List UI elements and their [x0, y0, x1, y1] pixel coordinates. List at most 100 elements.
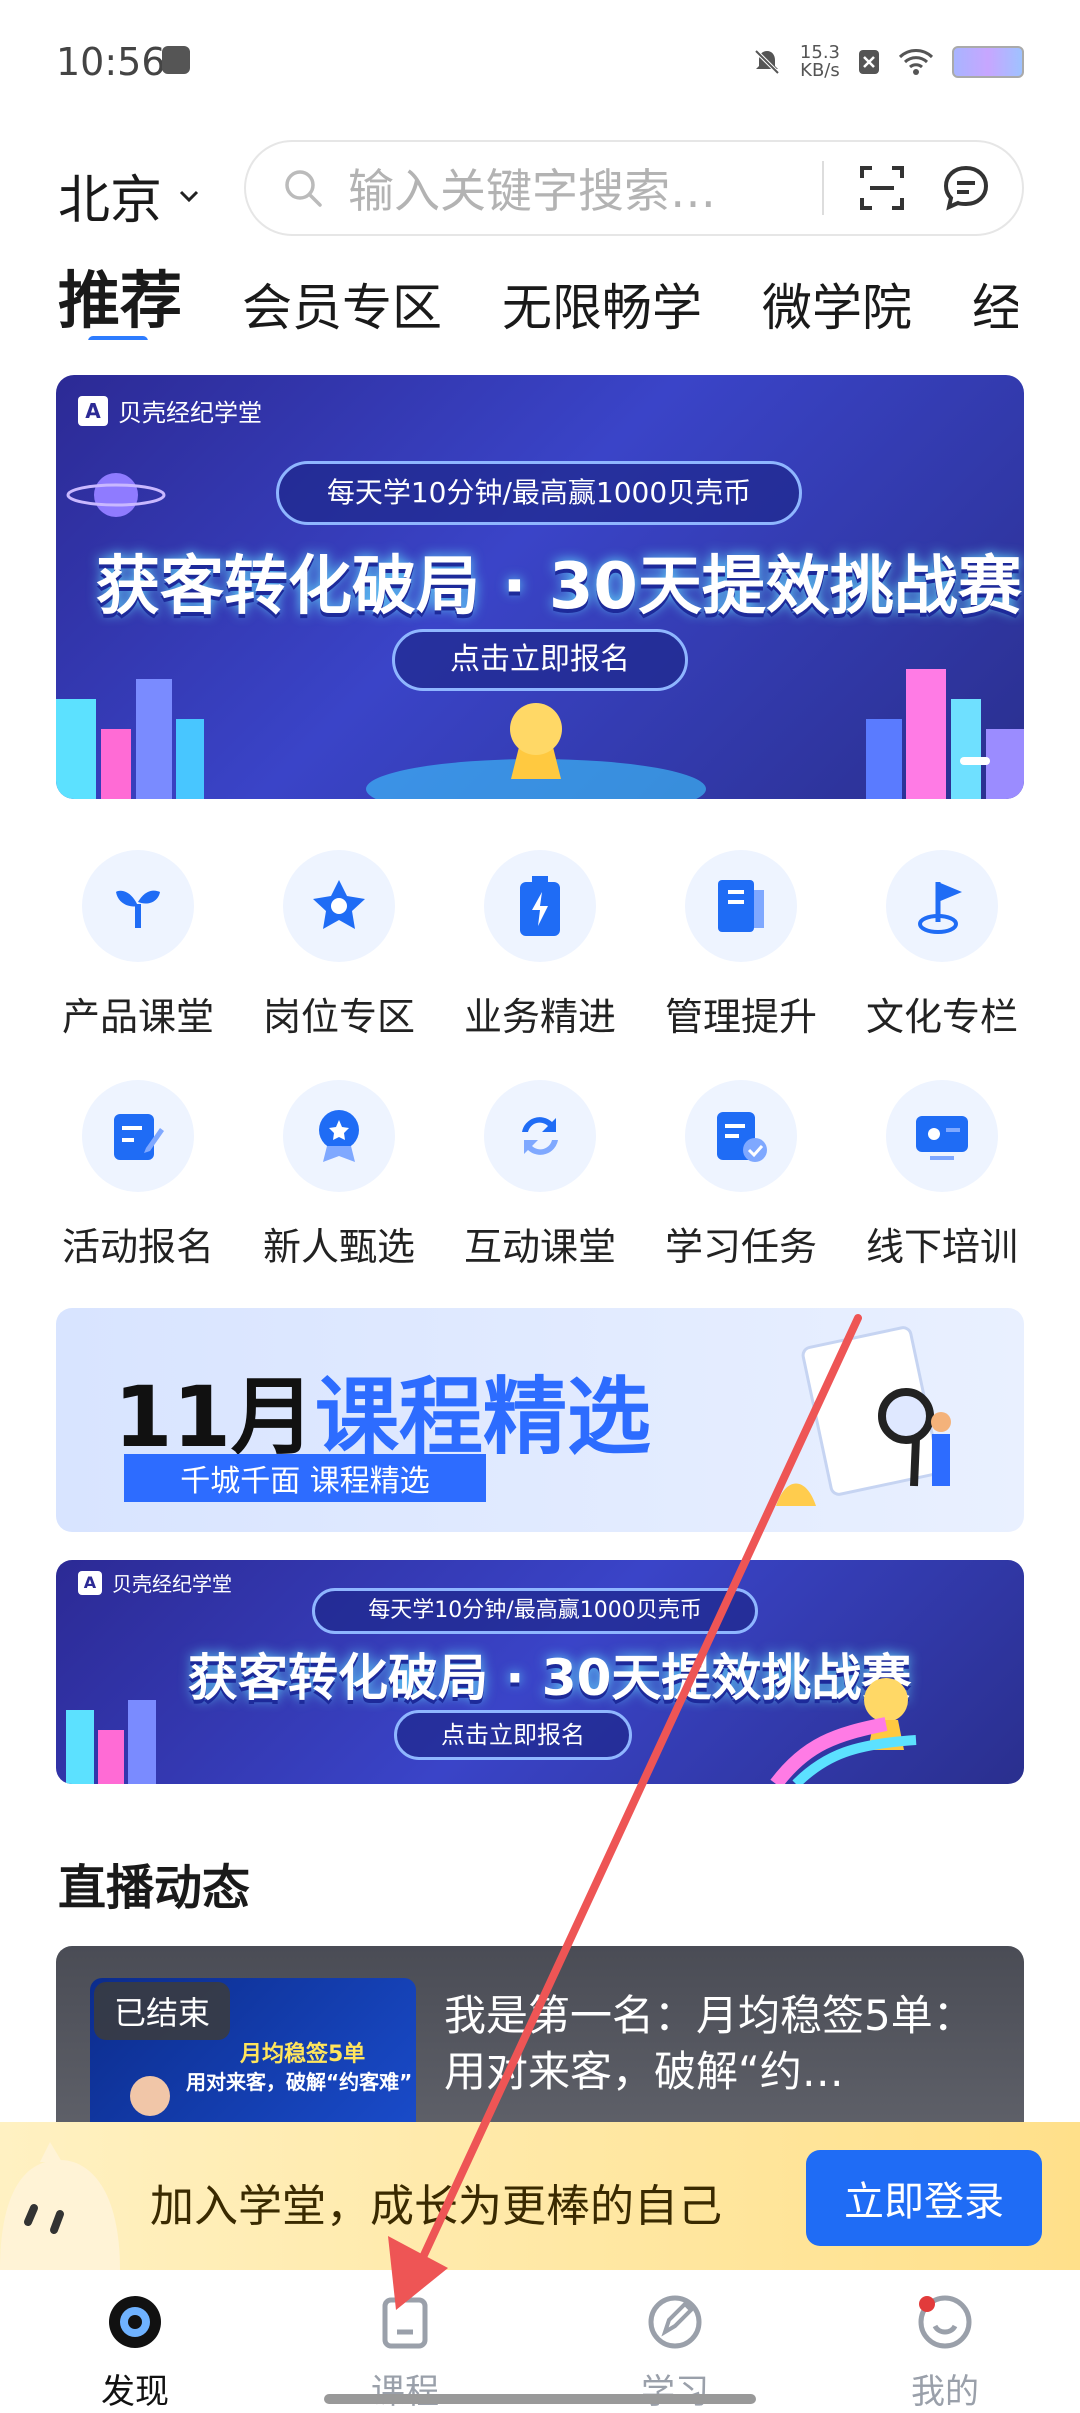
tab-unlimited-learning[interactable]: 无限畅学	[502, 268, 702, 340]
search-divider	[822, 161, 824, 215]
bottom-navigation: 发现 课程 学习 我的	[0, 2270, 1080, 2412]
nav-mine[interactable]: 我的	[810, 2270, 1080, 2412]
grid-label: 岗位专区	[262, 995, 415, 1039]
screen-icon	[886, 1080, 998, 1192]
battery-icon	[484, 850, 596, 962]
tab-label: 推荐	[58, 264, 183, 337]
course-icon	[382, 2297, 428, 2349]
task-icon	[685, 1080, 797, 1192]
promo-subtitle: 千城千面 课程精选	[124, 1454, 486, 1502]
scan-icon	[860, 166, 904, 210]
book-icon	[685, 850, 797, 962]
wifi-icon	[898, 49, 934, 75]
mascot-icon	[0, 2142, 120, 2270]
nav-label: 学习	[641, 2372, 709, 2412]
banner-title: 获客转化破局 · 30天提效挑战赛	[96, 550, 1022, 624]
sim-icon	[859, 50, 879, 74]
live-status-badge: 已结束	[94, 1982, 231, 2040]
nav-label: 发现	[101, 2372, 169, 2412]
grid-label: 文化专栏	[865, 995, 1018, 1039]
grid-label: 管理提升	[664, 995, 817, 1039]
search-bar[interactable]: 输入关键字搜索…	[244, 140, 1024, 236]
grid-item-business-advance[interactable]: 业务精进	[458, 850, 622, 1041]
status-icons: 15.3 KB/s	[752, 40, 1024, 84]
grid-label: 活动报名	[61, 1225, 214, 1269]
brand-label: A 贝壳经纪学堂	[78, 393, 262, 428]
document-magnifier-illustration	[776, 1326, 951, 1506]
search-icon	[285, 170, 322, 207]
brand-text: 贝壳经纪学堂	[118, 399, 262, 427]
network-speed: 15.3 KB/s	[800, 44, 840, 80]
grid-item-interactive-class[interactable]: 互动课堂	[458, 1080, 622, 1271]
grid-item-culture[interactable]: 文化专栏	[860, 850, 1024, 1041]
tab-micro-academy[interactable]: 微学院	[762, 268, 912, 340]
tab-more-partial[interactable]: 经	[972, 268, 1018, 340]
login-button[interactable]: 立即登录	[806, 2150, 1042, 2246]
brand-logo-icon: A	[78, 395, 108, 426]
promo-title-month: 11月	[114, 1368, 315, 1466]
nav-label: 我的	[911, 2372, 979, 2412]
message-notification-icon	[162, 46, 190, 74]
grid-label: 学习任务	[664, 1225, 817, 1269]
flag-icon	[886, 850, 998, 962]
promo-title: 11月课程精选	[114, 1350, 651, 1471]
status-bar: 10:56 15.3 KB/s	[0, 0, 1080, 130]
promo-title-highlight: 课程精选	[314, 1368, 651, 1466]
challenge-banner[interactable]: A 贝壳经纪学堂 每天学10分钟/最高赢1000贝壳币 获客转化破局 · 30天…	[56, 1560, 1024, 1784]
planet-decoration	[56, 455, 176, 539]
grid-label: 产品课堂	[61, 995, 214, 1039]
grid-item-product-class[interactable]: 产品课堂	[56, 850, 220, 1041]
live-title: 我是第一名：月均稳签5单：用对来客，破解“约…	[444, 1991, 975, 2096]
sprout-icon	[82, 850, 194, 962]
city-selector[interactable]: 北京	[58, 158, 202, 233]
banner-pill-top: 每天学10分钟/最高赢1000贝壳币	[276, 461, 802, 525]
home-indicator	[324, 2394, 756, 2404]
grid-item-learning-task[interactable]: 学习任务	[659, 1080, 823, 1271]
mute-icon	[754, 49, 780, 75]
course-promo-banner[interactable]: 11月课程精选 千城千面 课程精选	[56, 1308, 1024, 1532]
brand-logo-icon: A	[78, 1570, 102, 1595]
grid-item-post-zone[interactable]: 岗位专区	[257, 850, 421, 1041]
nav-label: 课程	[371, 2372, 439, 2412]
nav-discover[interactable]: 发现	[0, 2270, 270, 2412]
grid-item-event-signup[interactable]: 活动报名	[56, 1080, 220, 1271]
thumb-line1: 月均稳签5单	[240, 2042, 366, 2067]
banner-pill-top: 每天学10分钟/最高赢1000贝壳币	[312, 1588, 758, 1634]
grid-label: 业务精进	[463, 995, 616, 1039]
study-icon	[648, 2295, 702, 2349]
profile-icon	[918, 2295, 972, 2349]
exchange-icon	[484, 1080, 596, 1192]
cityscape-illustration	[56, 669, 1024, 799]
login-prompt-bar: 加入学堂，成长为更棒的自己 立即登录	[0, 2122, 1080, 2270]
status-time: 10:56	[56, 40, 166, 84]
nav-study[interactable]: 学习	[540, 2270, 810, 2412]
edit-icon	[82, 1080, 194, 1192]
speed-unit: KB/s	[800, 60, 840, 81]
star-icon	[283, 850, 395, 962]
live-section-title: 直播动态	[58, 1860, 251, 1916]
scan-button[interactable]	[854, 160, 910, 216]
grid-item-offline-training[interactable]: 线下培训	[860, 1080, 1024, 1271]
login-prompt-text: 加入学堂，成长为更棒的自己	[150, 2181, 722, 2232]
chevron-down-icon	[179, 190, 199, 202]
category-tabs: 推荐 会员专区 无限畅学 微学院 经	[58, 250, 1018, 340]
cityscape-illustration	[66, 1678, 917, 1784]
grid-item-newcomer[interactable]: 新人甄选	[257, 1080, 421, 1271]
grid-label: 互动课堂	[463, 1225, 616, 1269]
active-tab-indicator	[88, 336, 148, 340]
discover-icon	[109, 2296, 161, 2348]
nav-courses[interactable]: 课程	[270, 2270, 540, 2412]
tab-recommend[interactable]: 推荐	[58, 250, 182, 340]
tab-member-zone[interactable]: 会员专区	[242, 268, 442, 340]
hero-banner[interactable]: A 贝壳经纪学堂 每天学10分钟/最高赢1000贝壳币 获客转化破局 · 30天…	[56, 375, 1024, 799]
brand-label: A 贝壳经纪学堂	[78, 1568, 232, 1597]
search-input[interactable]: 输入关键字搜索…	[348, 155, 822, 221]
carousel-indicator	[960, 757, 990, 765]
city-label: 北京	[58, 171, 163, 231]
grid-item-management[interactable]: 管理提升	[659, 850, 823, 1041]
grid-label: 线下培训	[865, 1225, 1018, 1269]
message-button[interactable]	[938, 160, 994, 216]
grid-label: 新人甄选	[262, 1225, 415, 1269]
brand-text: 贝壳经纪学堂	[112, 1572, 232, 1596]
chat-icon	[943, 165, 989, 211]
